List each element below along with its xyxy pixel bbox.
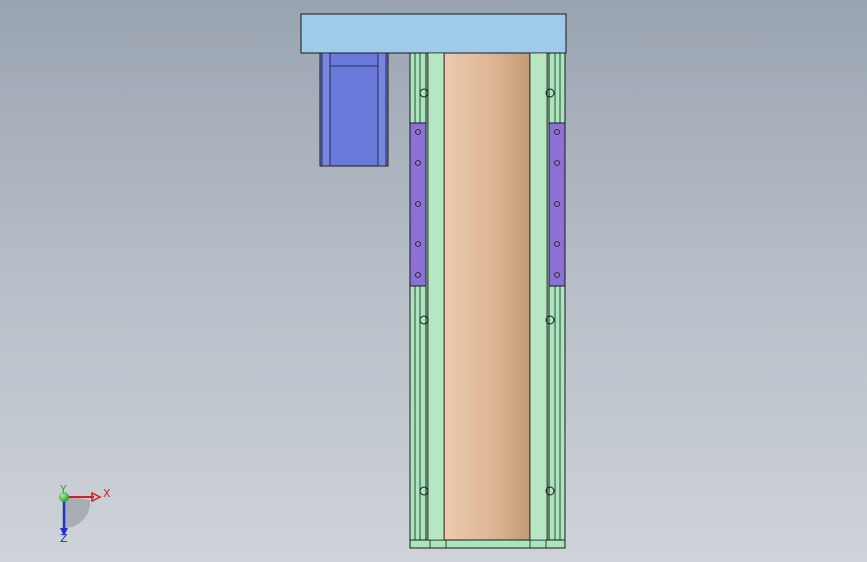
orientation-triad[interactable]: X Y Z xyxy=(59,483,111,545)
motor-block[interactable] xyxy=(319,52,389,167)
triad-shadow-icon xyxy=(64,496,91,529)
slider-block-right[interactable] xyxy=(548,122,566,287)
slider-block-left[interactable] xyxy=(409,122,427,287)
cad-viewport[interactable]: X Y Z xyxy=(0,0,867,562)
z-axis-label: Z xyxy=(60,532,68,545)
x-axis-label: X xyxy=(103,487,111,500)
model-view[interactable]: X Y Z xyxy=(0,0,867,562)
top-plate[interactable] xyxy=(300,13,567,54)
y-axis-label: Y xyxy=(59,483,67,496)
carriage-body[interactable] xyxy=(427,52,548,541)
